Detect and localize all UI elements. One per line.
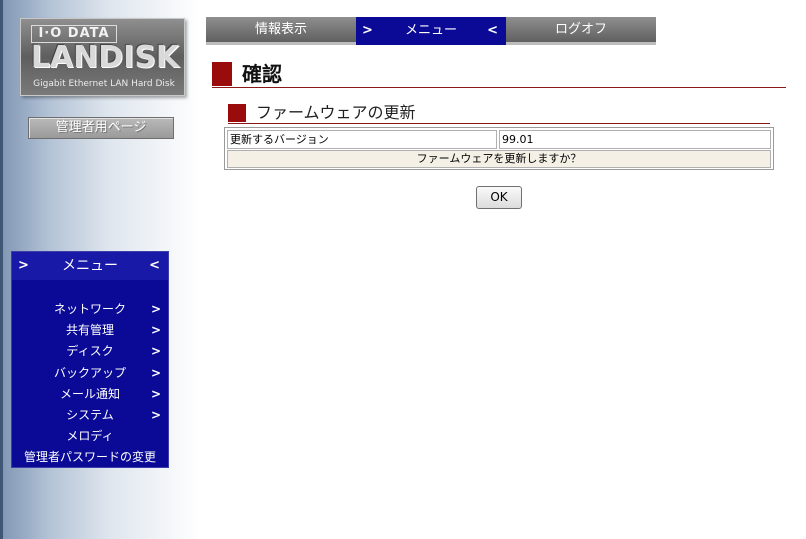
- page-title: 確認: [242, 62, 282, 86]
- sidebar-item-label: メロディ: [66, 429, 114, 444]
- sidebar-menu-title: メニュー: [62, 258, 118, 274]
- chevron-right-icon: >: [150, 323, 161, 338]
- tab-label: 情報表示: [254, 22, 307, 37]
- tab-logoff[interactable]: ログオフ: [506, 17, 656, 45]
- chevron-right-icon: >: [150, 407, 161, 422]
- arrow-left-icon: <: [487, 23, 498, 38]
- chevron-right-icon: >: [150, 365, 161, 380]
- sidebar-item-label: メール通知: [59, 386, 120, 401]
- arrow-left-icon: <: [149, 258, 160, 273]
- sidebar-item-melody[interactable]: メロディ: [12, 426, 168, 447]
- sidebar-menu-header[interactable]: > メニュー <: [12, 252, 168, 280]
- logo-tagline: Gigabit Ethernet LAN Hard Disk: [33, 79, 175, 89]
- landisk-logo: I·O DATA LANDISK Gigabit Ethernet LAN Ha…: [20, 18, 185, 96]
- admin-page-button[interactable]: 管理者用ページ: [28, 117, 174, 139]
- sidebar-item-label: 管理者パスワードの変更: [23, 450, 156, 465]
- page-title-divider: [212, 87, 786, 88]
- tab-label: ログオフ: [554, 22, 607, 37]
- sidebar-item-network[interactable]: ネットワーク >: [12, 299, 168, 320]
- version-value-cell: 99.01: [499, 130, 771, 149]
- arrow-right-icon: >: [18, 258, 29, 273]
- tab-menu[interactable]: > メニュー <: [356, 17, 506, 45]
- firmware-info-table: 更新するバージョン 99.01 ファームウェアを更新しますか？: [224, 127, 774, 170]
- sidebar-item-share[interactable]: 共有管理 >: [12, 320, 168, 341]
- sidebar-item-label: バックアップ: [53, 365, 126, 380]
- sidebar-item-disk[interactable]: ディスク >: [12, 341, 168, 362]
- tab-info[interactable]: 情報表示: [206, 17, 356, 45]
- confirm-message-cell: ファームウェアを更新しますか？: [227, 150, 771, 168]
- version-label-cell: 更新するバージョン: [227, 130, 497, 149]
- logo-product-name: LANDISK: [30, 40, 180, 75]
- section-title-divider: [228, 123, 770, 124]
- section-title-marker: [228, 104, 246, 122]
- sidebar-item-label: 共有管理: [65, 323, 114, 338]
- sidebar-item-backup[interactable]: バックアップ >: [12, 363, 168, 384]
- sidebar-item-label: システム: [66, 407, 114, 422]
- tab-label: メニュー: [404, 23, 457, 38]
- arrow-right-icon: >: [362, 23, 373, 38]
- ok-button[interactable]: OK: [476, 186, 522, 209]
- chevron-right-icon: >: [150, 302, 161, 316]
- chevron-right-icon: >: [150, 386, 161, 401]
- top-navigation: 情報表示 > メニュー < ログオフ: [206, 17, 656, 45]
- sidebar-menu: > メニュー < ネットワーク > 共有管理 > ディスク > バックアップ >…: [11, 251, 169, 468]
- chevron-right-icon: >: [150, 344, 161, 359]
- page-title-marker: [212, 62, 232, 86]
- sidebar-item-system[interactable]: システム >: [12, 405, 168, 426]
- sidebar-menu-items: ネットワーク > 共有管理 > ディスク > バックアップ > メール通知 > …: [12, 299, 168, 469]
- sidebar-item-admin-password[interactable]: 管理者パスワードの変更: [12, 447, 168, 468]
- sidebar-item-label: ネットワーク: [53, 302, 126, 316]
- section-title: ファームウェアの更新: [256, 103, 416, 122]
- sidebar-item-mail[interactable]: メール通知 >: [12, 384, 168, 405]
- sidebar-item-label: ディスク: [66, 344, 114, 359]
